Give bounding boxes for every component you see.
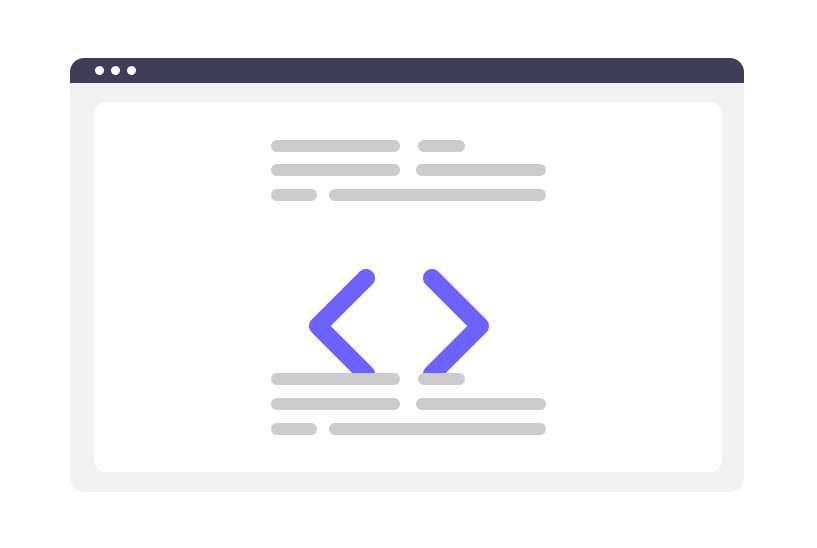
placeholder-line: [271, 373, 400, 385]
placeholder-line: [418, 140, 465, 152]
placeholder-line: [271, 189, 317, 201]
placeholder-line: [271, 398, 400, 410]
placeholder-line: [271, 423, 317, 435]
browser-window: [70, 58, 744, 492]
window-dot-icon: [111, 66, 120, 75]
placeholder-line: [416, 398, 546, 410]
window-dot-icon: [95, 66, 104, 75]
placeholder-line: [271, 140, 400, 152]
left-angle-bracket: [309, 269, 375, 383]
placeholder-line: [418, 373, 465, 385]
placeholder-line: [271, 164, 400, 176]
right-angle-bracket: [423, 269, 489, 383]
window-dot-icon: [127, 66, 136, 75]
placeholder-line: [416, 164, 546, 176]
page-content: [94, 102, 722, 472]
placeholder-line: [329, 189, 546, 201]
placeholder-line: [329, 423, 546, 435]
window-titlebar: [70, 58, 744, 83]
